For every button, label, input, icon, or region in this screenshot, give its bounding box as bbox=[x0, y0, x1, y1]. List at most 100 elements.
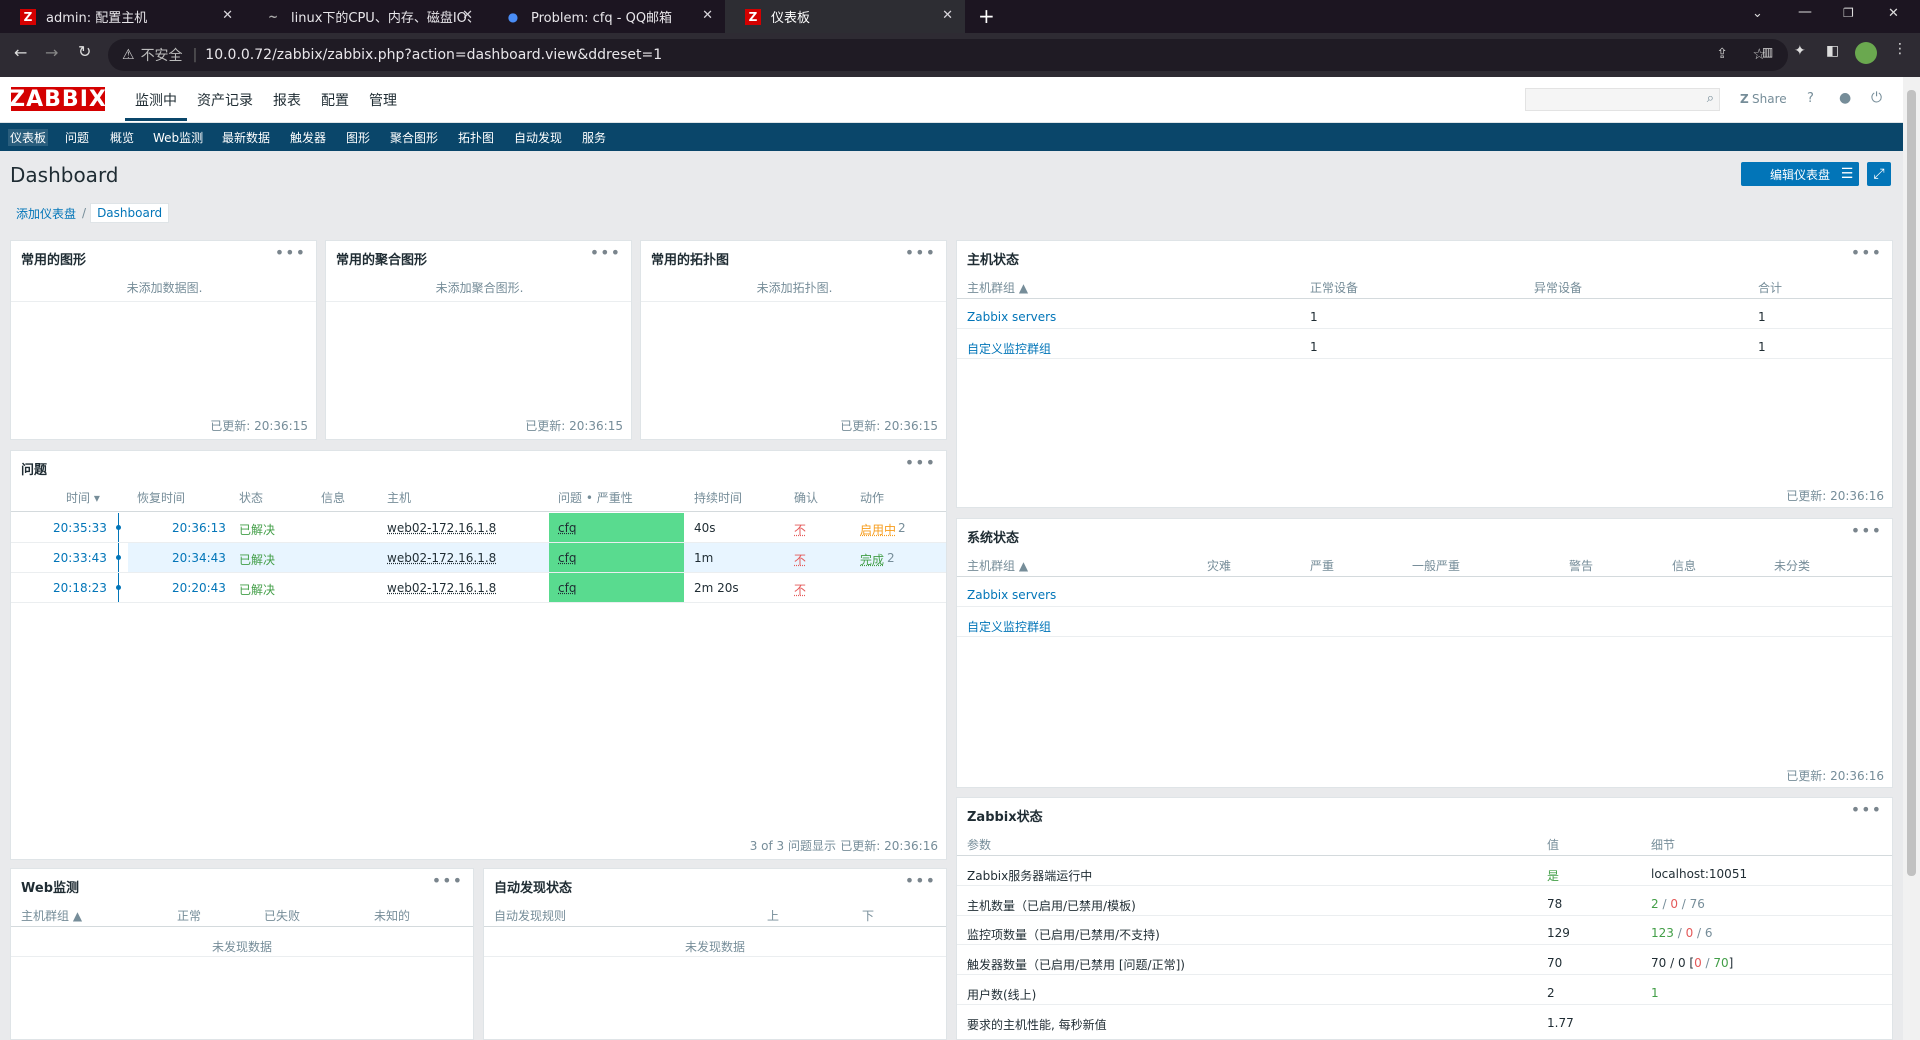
sidebar-icon[interactable]: ◧ bbox=[1826, 43, 1839, 59]
widget-menu-icon[interactable]: ••• bbox=[905, 243, 936, 262]
problem-link[interactable]: cfq bbox=[558, 551, 576, 565]
subnav-discovery[interactable]: 自动发现 bbox=[514, 129, 562, 146]
subnav-screens[interactable]: 聚合图形 bbox=[390, 129, 438, 146]
widget-menu-icon[interactable]: ••• bbox=[1851, 243, 1882, 262]
zabbix-logo[interactable]: ZABBIX bbox=[9, 86, 106, 112]
host-group-link[interactable]: Zabbix servers bbox=[967, 588, 1056, 602]
host-link[interactable]: web02-172.16.1.8 bbox=[387, 551, 496, 565]
menu-configuration[interactable]: 配置 bbox=[311, 90, 359, 121]
widget-menu-icon[interactable]: ••• bbox=[905, 453, 936, 472]
reader-icon[interactable]: ▥ bbox=[1762, 45, 1773, 59]
help-icon[interactable]: ? bbox=[1807, 91, 1814, 106]
subnav-services[interactable]: 服务 bbox=[582, 129, 606, 146]
widget-title: 自动发现状态 bbox=[494, 881, 573, 896]
status-resolved: 已解决 bbox=[239, 583, 276, 597]
scrollbar-thumb[interactable] bbox=[1907, 90, 1916, 876]
widget-title: 常用的聚合图形 bbox=[336, 253, 428, 268]
browser-tab-active[interactable]: Z 仪表板 ✕ bbox=[725, 0, 965, 33]
more-menu-icon[interactable]: ⋮ bbox=[1893, 41, 1907, 57]
close-icon[interactable]: ✕ bbox=[462, 8, 473, 23]
problem-link[interactable]: cfq bbox=[558, 581, 576, 595]
dashboard-actions-icon[interactable]: ☰ bbox=[1835, 162, 1859, 186]
browser-tab[interactable]: ~ linux下的CPU、内存、磁盘IO、 ✕ bbox=[245, 0, 485, 33]
column-header: 警告 bbox=[1569, 559, 1594, 573]
close-icon[interactable]: ✕ bbox=[222, 8, 233, 23]
subnav-dashboard[interactable]: 仪表板 bbox=[8, 129, 49, 146]
back-icon[interactable]: ← bbox=[14, 43, 27, 62]
url-field[interactable]: ⚠ 不安全 | 10.0.0.72/zabbix/zabbix.php?acti… bbox=[108, 39, 1788, 71]
problem-link[interactable]: cfq bbox=[558, 521, 576, 535]
column-header[interactable]: 主机群组 ▲ bbox=[21, 907, 82, 924]
breadcrumb: 添加仪表盘 / Dashboard bbox=[10, 203, 170, 223]
widget-menu-icon[interactable]: ••• bbox=[1851, 800, 1882, 819]
problem-time-link[interactable]: 20:33:43 bbox=[53, 551, 107, 565]
host-group-link[interactable]: 自定义监控群组 bbox=[967, 340, 1051, 357]
param-detail: 123 / 0 / 6 bbox=[1651, 926, 1713, 940]
updated-time: 已更新: 20:36:15 bbox=[525, 419, 623, 433]
restore-icon[interactable]: ❐ bbox=[1843, 6, 1854, 20]
action-link[interactable]: 启用中 bbox=[860, 521, 896, 538]
table-row: 20:33:43 20:34:43 已解决 web02-172.16.1.8 c… bbox=[11, 543, 946, 572]
search-input[interactable]: ⌕ bbox=[1525, 88, 1720, 111]
param-value: 是 bbox=[1547, 869, 1560, 883]
reload-icon[interactable]: ↻ bbox=[78, 42, 91, 61]
widget-menu-icon[interactable]: ••• bbox=[905, 871, 936, 890]
problem-time-link[interactable]: 20:35:33 bbox=[53, 521, 107, 535]
widget-menu-icon[interactable]: ••• bbox=[432, 871, 463, 890]
menu-inventory[interactable]: 资产记录 bbox=[187, 90, 263, 121]
new-tab-icon[interactable]: + bbox=[978, 4, 995, 28]
ack-link[interactable]: 不 bbox=[794, 521, 806, 538]
subnav-graphs[interactable]: 图形 bbox=[346, 129, 370, 146]
logout-icon[interactable]: ⏻ bbox=[1871, 90, 1882, 106]
zabbix-favicon-icon: Z bbox=[20, 8, 36, 25]
subnav-triggers[interactable]: 触发器 bbox=[290, 129, 326, 146]
breadcrumb-dashboard[interactable]: Dashboard bbox=[90, 203, 170, 223]
share-page-icon[interactable]: ⇪ bbox=[1716, 46, 1728, 62]
column-header[interactable]: 主机群组 ▲ bbox=[967, 279, 1028, 296]
recovery-time[interactable]: 20:34:43 bbox=[172, 551, 226, 565]
browser-tab[interactable]: Z admin: 配置主机 ✕ bbox=[0, 0, 245, 33]
share-link[interactable]: Share bbox=[1752, 92, 1787, 106]
ack-link[interactable]: 不 bbox=[794, 551, 806, 568]
fullscreen-icon[interactable]: ⤢ bbox=[1867, 162, 1891, 186]
widget-title: 常用的图形 bbox=[21, 253, 87, 268]
subnav-web[interactable]: Web监测 bbox=[153, 129, 203, 146]
host-link[interactable]: web02-172.16.1.8 bbox=[387, 521, 496, 535]
recovery-time[interactable]: 20:36:13 bbox=[172, 521, 226, 535]
widget-title: Zabbix状态 bbox=[967, 810, 1043, 825]
host-link[interactable]: web02-172.16.1.8 bbox=[387, 581, 496, 595]
ack-link[interactable]: 不 bbox=[794, 581, 806, 598]
extensions-icon[interactable]: ✦ bbox=[1794, 43, 1806, 59]
widget-menu-icon[interactable]: ••• bbox=[1851, 521, 1882, 540]
breadcrumb-add-dashboard[interactable]: 添加仪表盘 bbox=[10, 205, 82, 222]
subnav-problems[interactable]: 问题 bbox=[65, 129, 89, 146]
action-count: 2 bbox=[898, 521, 906, 535]
column-header[interactable]: 主机群组 ▲ bbox=[967, 557, 1028, 574]
close-window-icon[interactable]: ✕ bbox=[1888, 6, 1899, 21]
recovery-time[interactable]: 20:20:43 bbox=[172, 581, 226, 595]
close-icon[interactable]: ✕ bbox=[942, 8, 953, 23]
subnav-overview[interactable]: 概览 bbox=[110, 129, 134, 146]
profile-avatar[interactable] bbox=[1855, 42, 1877, 64]
search-icon[interactable]: ⌕ bbox=[1707, 91, 1714, 106]
column-header[interactable]: 时间 ▾ bbox=[66, 489, 100, 506]
timeline-dot bbox=[116, 525, 121, 530]
browser-tab[interactable]: ● Problem: cfq - QQ邮箱 ✕ bbox=[485, 0, 725, 33]
widget-menu-icon[interactable]: ••• bbox=[275, 243, 306, 262]
host-group-link[interactable]: Zabbix servers bbox=[967, 310, 1056, 324]
menu-reports[interactable]: 报表 bbox=[263, 90, 311, 121]
widget-host-status: 主机状态 ••• 主机群组 ▲ 正常设备 异常设备 合计 Zabbix serv… bbox=[956, 240, 1893, 508]
host-group-link[interactable]: 自定义监控群组 bbox=[967, 618, 1051, 635]
tab-list-icon[interactable]: ⌄ bbox=[1752, 6, 1763, 21]
subnav-maps[interactable]: 拓扑图 bbox=[458, 129, 494, 146]
action-link[interactable]: 完成 bbox=[860, 551, 884, 568]
user-profile-icon[interactable]: ● bbox=[1839, 90, 1851, 106]
menu-administration[interactable]: 管理 bbox=[359, 90, 407, 121]
minimize-icon[interactable]: — bbox=[1798, 4, 1812, 20]
problem-time-link[interactable]: 20:18:23 bbox=[53, 581, 107, 595]
close-icon[interactable]: ✕ bbox=[702, 8, 713, 23]
forward-icon[interactable]: → bbox=[45, 43, 58, 62]
menu-monitoring[interactable]: 监测中 bbox=[125, 90, 187, 121]
subnav-latest-data[interactable]: 最新数据 bbox=[222, 129, 270, 146]
widget-menu-icon[interactable]: ••• bbox=[590, 243, 621, 262]
